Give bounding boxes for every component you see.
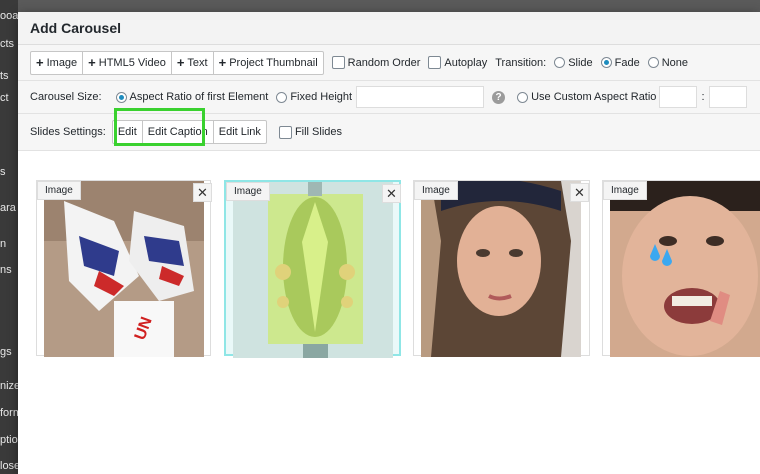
add-image-button[interactable]: + Image [31, 51, 84, 74]
plus-icon: + [88, 55, 96, 70]
custom-aspect-ratio-radio[interactable]: Use Custom Aspect Ratio [517, 91, 656, 103]
transition-option-label: Fade [614, 56, 640, 69]
transition-slide-radio[interactable]: Slide [554, 56, 593, 69]
sidebar-fragment: ooar [0, 10, 18, 22]
slide-card[interactable]: Image [602, 180, 760, 357]
fill-slides-checkbox[interactable]: Fill Slides [278, 125, 343, 139]
fill-slides-label: Fill Slides [294, 126, 343, 138]
radio-circle [276, 91, 288, 103]
sidebar-fragment: nize [0, 380, 18, 392]
aspect-height-input[interactable] [708, 86, 747, 108]
sidebar-fragment: ct [0, 92, 9, 104]
autoplay-label: Autoplay [444, 56, 488, 69]
transition-fade-radio[interactable]: Fade [600, 56, 640, 69]
carousel-size-label: Carousel Size: [30, 91, 102, 103]
slide-type-tag: Image [226, 182, 270, 201]
slides-settings-label: Slides Settings: [30, 126, 106, 138]
slide-type-tag: Image [603, 181, 647, 200]
close-icon[interactable]: ✕ [570, 183, 589, 202]
radio-circle [517, 91, 529, 103]
edit-link-button[interactable]: Edit Link [214, 121, 266, 143]
sidebar-fragment: form [0, 407, 18, 419]
modal-title: Add Carousel [30, 20, 122, 36]
sidebar-fragment: ts [0, 70, 9, 82]
sidebar-fragment: ara [0, 202, 16, 214]
add-toolbar: + Image + HTML5 Video + Text + Project Thumb… [18, 45, 760, 81]
slide-card[interactable]: UN Image ✕ [36, 180, 212, 357]
aspect-ratio-first-radio[interactable]: Aspect Ratio of first Element [115, 91, 269, 103]
transition-label: Transition: [495, 56, 547, 69]
slide-photo-sneakers: UN [44, 181, 204, 357]
transition-option-label: Slide [568, 56, 593, 69]
add-project-label: Project Thumbnail [229, 56, 318, 69]
checkbox-box [278, 125, 292, 139]
sidebar-fragment: ns [0, 264, 12, 276]
highlight-box [114, 108, 205, 146]
radio-circle [647, 57, 659, 68]
radio-circle [554, 57, 566, 68]
transition-none-radio[interactable]: None [647, 56, 689, 69]
add-text-label: Text [187, 56, 208, 69]
plus-icon: + [36, 55, 44, 70]
help-icon[interactable]: ? [492, 90, 506, 104]
transition-option-label: None [661, 56, 689, 69]
aspect-separator: : [701, 91, 705, 103]
slide-card-selected[interactable]: Image ✕ [224, 180, 401, 358]
close-icon[interactable]: ✕ [382, 184, 401, 203]
checkbox-box [428, 56, 442, 69]
sidebar-fragment: lose [0, 460, 18, 472]
add-carousel-modal: Add Carousel + Image + HTML5 Video + Text +… [18, 12, 760, 474]
custom-aspect-label: Use Custom Aspect Ratio [531, 91, 657, 103]
plus-icon: + [176, 55, 185, 70]
radio-circle [115, 91, 127, 103]
sidebar-fragment: n [0, 238, 7, 250]
slide-photo-face [610, 181, 760, 357]
plus-icon: + [218, 55, 227, 70]
background-sidebar: ooar cts ts ct s ara n ns gs nize form p… [0, 0, 18, 474]
autoplay-checkbox[interactable]: Autoplay [428, 56, 487, 69]
random-order-label: Random Order [347, 56, 421, 69]
add-text-button[interactable]: + Text [172, 51, 214, 74]
fixed-height-label: Fixed Height [290, 91, 353, 103]
add-image-label: Image [46, 56, 78, 69]
add-video-button[interactable]: + HTML5 Video [83, 51, 172, 74]
slide-type-tag: Image [414, 181, 458, 200]
slide-type-tag: Image [37, 181, 81, 200]
fixed-height-input[interactable] [356, 86, 485, 108]
modal-header: Add Carousel [18, 12, 760, 45]
sidebar-fragment: gs [0, 346, 12, 358]
fixed-height-radio[interactable]: Fixed Height [276, 91, 352, 103]
background-top [0, 0, 760, 12]
slide-card[interactable]: Image ✕ [413, 180, 590, 357]
add-video-label: HTML5 Video [98, 56, 166, 69]
checkbox-box [331, 56, 345, 69]
slide-photo-portrait [421, 181, 581, 357]
random-order-checkbox[interactable]: Random Order [331, 56, 421, 69]
close-icon[interactable]: ✕ [193, 183, 212, 202]
sidebar-fragment: cts [0, 38, 15, 50]
sidebar-fragment: s [0, 166, 6, 178]
add-button-group: + Image + HTML5 Video + Text + Project Thumb… [30, 50, 324, 75]
radio-circle [600, 57, 612, 68]
aspect-first-label: Aspect Ratio of first Element [129, 91, 269, 103]
add-project-thumbnail-button[interactable]: + Project Thumbnail [214, 52, 323, 74]
slide-photo-poster [233, 182, 393, 358]
sidebar-fragment: ptio [0, 434, 18, 446]
aspect-width-input[interactable] [659, 86, 698, 108]
